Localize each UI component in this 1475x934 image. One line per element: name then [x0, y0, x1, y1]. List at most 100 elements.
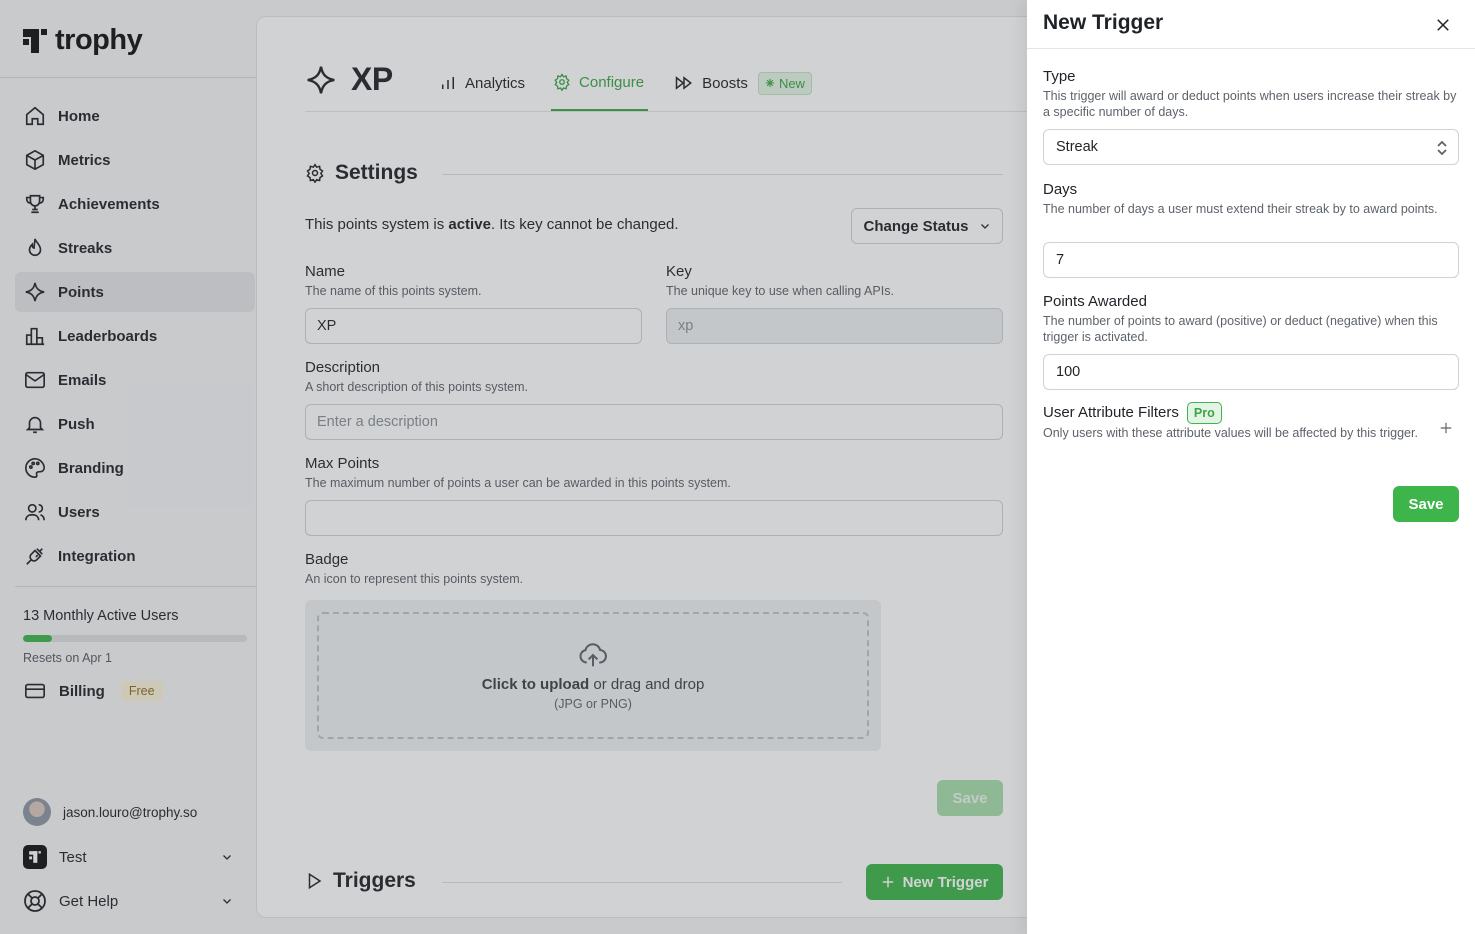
sidebar-nav: Home Metrics Achievements Streaks Points… [15, 96, 255, 580]
key-help: The unique key to use when calling APIs. [666, 284, 894, 298]
upload-text: Click to upload or drag and drop [482, 676, 705, 693]
mau-progress-fill [23, 635, 53, 642]
tab-configure[interactable]: Configure [551, 69, 649, 111]
badge-upload-area[interactable]: Click to upload or drag and drop (JPG or… [305, 600, 881, 751]
user-email: jason.louro@trophy.so [63, 804, 198, 820]
status-value: active [448, 216, 491, 233]
bar-chart-icon [442, 77, 454, 89]
tab-boosts[interactable]: Boosts New [674, 69, 812, 111]
plus-icon [882, 876, 893, 888]
sidebar-item-branding[interactable]: Branding [15, 448, 255, 488]
key-label: Key [666, 263, 692, 280]
settings-heading: Settings [305, 161, 418, 185]
points-awarded-help: The number of points to award (positive)… [1043, 314, 1438, 344]
tab-label: Boosts [702, 74, 748, 92]
key-input: xp [666, 308, 1003, 344]
tab-bar: Analytics Configure Boosts New [439, 69, 812, 111]
points-awarded-label: Points Awarded [1043, 293, 1147, 310]
palette-icon [24, 457, 46, 479]
cloud-upload-icon [579, 643, 607, 667]
user-attribute-filters-label: User Attribute Filters Pro [1043, 402, 1222, 424]
add-filter-button[interactable] [1439, 421, 1453, 435]
filters-label-text: User Attribute Filters [1043, 403, 1179, 421]
billing-link[interactable]: Billing Free [23, 680, 163, 702]
sidebar-item-label: Achievements [58, 195, 160, 213]
tab-analytics[interactable]: Analytics [439, 69, 525, 111]
status-suffix: . Its key cannot be changed. [490, 216, 679, 233]
sidebar-item-metrics[interactable]: Metrics [15, 140, 255, 180]
section-rule [442, 882, 842, 883]
badge-label: Badge [305, 551, 349, 568]
sidebar-item-leaderboards[interactable]: Leaderboards [15, 316, 255, 356]
pro-badge: Pro [1186, 402, 1222, 424]
team-name: Test [59, 848, 87, 866]
settings-title: Settings [335, 161, 418, 184]
close-button[interactable] [1432, 14, 1454, 36]
sidebar-item-push[interactable]: Push [15, 404, 255, 444]
bar-chart-icon [24, 325, 46, 347]
triggers-title: Triggers [333, 869, 416, 892]
sidebar-item-emails[interactable]: Emails [15, 360, 255, 400]
drawer-divider [1027, 48, 1475, 49]
cube-icon [24, 149, 46, 171]
sidebar-item-label: Leaderboards [58, 327, 158, 345]
home-icon [24, 105, 46, 127]
description-label: Description [305, 359, 381, 376]
type-select[interactable]: Streak [1043, 129, 1459, 165]
days-input[interactable]: 7 [1043, 242, 1459, 278]
sidebar-item-label: Metrics [58, 151, 111, 169]
sidebar-item-label: Users [58, 503, 100, 521]
sidebar-item-users[interactable]: Users [15, 492, 255, 532]
description-help: A short description of this points syste… [305, 380, 529, 394]
user-account[interactable]: jason.louro@trophy.so [23, 798, 197, 826]
sidebar-item-achievements[interactable]: Achievements [15, 184, 255, 224]
plug-icon [24, 545, 46, 567]
tab-label: Analytics [465, 74, 526, 92]
name-help: The name of this points system. [305, 284, 482, 298]
drawer-title: New Trigger [1043, 11, 1164, 34]
points-awarded-input[interactable]: 100 [1043, 354, 1459, 390]
get-help-menu[interactable]: Get Help [23, 889, 233, 913]
sidebar-item-label: Integration [58, 547, 136, 565]
max-points-input[interactable] [305, 500, 1003, 536]
sidebar-item-streaks[interactable]: Streaks [15, 228, 255, 268]
mail-icon [24, 369, 46, 391]
new-trigger-button[interactable]: New Trigger [866, 864, 1003, 900]
change-status-label: Change Status [863, 217, 969, 235]
new-badge-label: New [778, 75, 805, 91]
billing-label: Billing [59, 682, 105, 700]
section-rule [442, 174, 1003, 175]
days-help: The number of days a user must extend th… [1043, 202, 1438, 216]
avatar [23, 798, 51, 826]
flame-icon [24, 237, 46, 259]
max-points-label: Max Points [305, 455, 380, 472]
drawer-save-button[interactable]: Save [1393, 486, 1459, 522]
sidebar-item-label: Branding [58, 459, 124, 477]
plan-badge: Free [120, 681, 163, 701]
name-input[interactable]: XP [305, 308, 642, 344]
brand-logo[interactable]: trophy [23, 24, 143, 57]
new-badge: New [757, 71, 812, 95]
trophy-icon [24, 193, 46, 215]
upload-dropzone[interactable]: Click to upload or drag and drop (JPG or… [317, 612, 869, 739]
change-status-button[interactable]: Change Status [851, 208, 1003, 244]
name-label: Name [305, 263, 346, 280]
gear-icon [554, 73, 570, 91]
team-switcher[interactable]: Test [23, 845, 233, 869]
sparkle-icon [24, 281, 46, 303]
main-panel: XP Analytics Configure Boosts New Settin… [256, 16, 1056, 918]
play-icon [308, 872, 322, 890]
new-trigger-label: New Trigger [902, 873, 989, 891]
sidebar-item-label: Home [58, 107, 100, 125]
mau-reset-text: Resets on Apr 1 [23, 651, 112, 665]
sidebar-item-points[interactable]: Points [15, 272, 255, 312]
settings-save-button[interactable]: Save [937, 780, 1003, 816]
upload-link[interactable]: Click to upload [482, 676, 590, 693]
divider [0, 77, 256, 78]
chevron-down-icon [221, 851, 233, 863]
page-title-text: XP [351, 61, 393, 97]
close-icon [1437, 19, 1449, 31]
sidebar-item-home[interactable]: Home [15, 96, 255, 136]
sidebar-item-integration[interactable]: Integration [15, 536, 255, 576]
description-input[interactable]: Enter a description [305, 404, 1003, 440]
